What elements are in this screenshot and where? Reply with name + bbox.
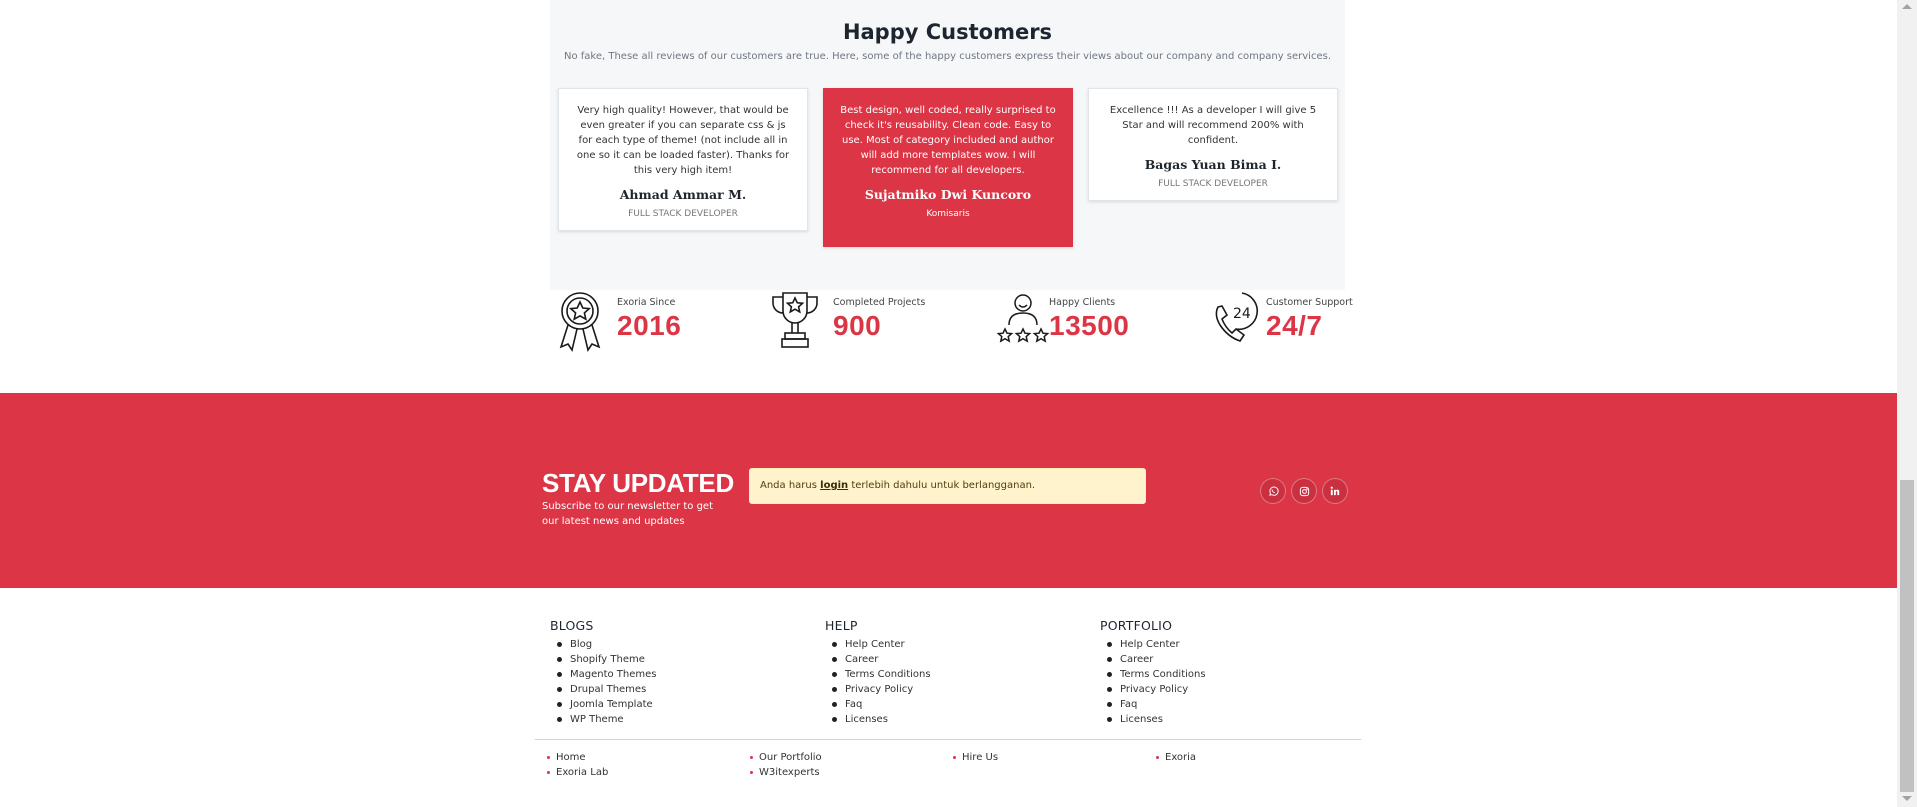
alert-text: terlebih dahulu untuk berlangganan.	[848, 480, 1036, 491]
section-title: Happy Customers	[842, 20, 1053, 44]
footer-link[interactable]: Licenses	[832, 712, 931, 727]
stat-value: 2016	[617, 310, 682, 341]
footer-link[interactable]: Help Center	[832, 637, 931, 652]
footer-column-portfolio: PORTFOLIO Help Center Career Terms Condi…	[1100, 618, 1206, 727]
testimonials-section: Happy Customers No fake, These all revie…	[550, 0, 1345, 290]
footer-column-help: HELP Help Center Career Terms Conditions…	[825, 618, 931, 727]
bottom-links-group: Hire Us	[952, 750, 998, 765]
scroll-up-arrow-icon[interactable]	[1902, 4, 1912, 9]
testimonial-quote: Excellence !!! As a developer I will giv…	[1109, 105, 1317, 146]
testimonial-role: FULL STACK DEVELOPER	[628, 209, 738, 219]
bottom-link-exoria[interactable]: Exoria	[1155, 750, 1196, 765]
trophy-icon	[772, 292, 818, 348]
footer-column-blogs: BLOGS Blog Shopify Theme Magento Themes …	[550, 618, 657, 727]
testimonial-card: Very high quality! However, that would b…	[558, 88, 808, 231]
testimonial-quote: Very high quality! However, that would b…	[576, 105, 790, 176]
footer-link[interactable]: Terms Conditions	[1107, 667, 1206, 682]
newsletter-title: STAY UPDATED	[542, 468, 734, 498]
instagram-icon	[1299, 486, 1309, 496]
testimonial-author: Bagas Yuan Bima I.	[1144, 157, 1282, 172]
footer-divider	[535, 739, 1361, 740]
footer-link[interactable]: Help Center	[1107, 637, 1206, 652]
login-link[interactable]: login	[820, 480, 848, 491]
page-scrollbar[interactable]	[1897, 0, 1917, 807]
bottom-links-group: Home Exoria Lab	[546, 750, 608, 780]
stat-label: Completed Projects	[833, 297, 926, 308]
scrollbar-thumb[interactable]	[1900, 480, 1914, 792]
happy-client-icon	[996, 294, 1050, 343]
scroll-down-arrow-icon[interactable]	[1902, 796, 1912, 801]
linkedin-icon	[1330, 486, 1340, 496]
testimonial-card: Excellence !!! As a developer I will giv…	[1088, 88, 1338, 201]
footer-column-title: PORTFOLIO	[1100, 618, 1173, 633]
footer-link[interactable]: Drupal Themes	[557, 682, 657, 697]
testimonial-card-active: Best design, well coded, really surprise…	[823, 88, 1073, 247]
stat-value: 13500	[1049, 310, 1130, 341]
stat-value: 900	[833, 310, 882, 341]
footer-link[interactable]: Shopify Theme	[557, 652, 657, 667]
testimonial-author: Ahmad Ammar M.	[619, 187, 747, 202]
footer-link[interactable]: Licenses	[1107, 712, 1206, 727]
footer-link[interactable]: Magento Themes	[557, 667, 657, 682]
stat-label: Happy Clients	[1049, 297, 1116, 308]
bottom-link-hire-us[interactable]: Hire Us	[952, 750, 998, 765]
svg-text:24: 24	[1233, 306, 1251, 322]
bottom-link-exoria-lab[interactable]: Exoria Lab	[546, 765, 608, 780]
footer-link[interactable]: Blog	[557, 637, 657, 652]
stat-label: Exoria Since	[617, 297, 676, 308]
stat-label: Customer Support	[1266, 297, 1353, 308]
instagram-button[interactable]	[1291, 478, 1317, 504]
bottom-link-home[interactable]: Home	[546, 750, 608, 765]
linkedin-button[interactable]	[1322, 478, 1348, 504]
footer-column-title: HELP	[825, 618, 858, 633]
footer-link[interactable]: Joomla Template	[557, 697, 657, 712]
award-ribbon-icon	[559, 292, 601, 352]
footer-link[interactable]: Career	[832, 652, 931, 667]
bottom-links-group: Exoria	[1155, 750, 1196, 765]
login-required-alert: Anda harus login terlebih dahulu untuk b…	[749, 468, 1146, 504]
section-subtitle: No fake, These all reviews of our custom…	[563, 51, 1332, 62]
testimonial-quote: Best design, well coded, really surprise…	[840, 105, 1056, 176]
footer-link[interactable]: WP Theme	[557, 712, 657, 727]
whatsapp-button[interactable]	[1260, 478, 1286, 504]
alert-text: Anda harus	[760, 480, 821, 491]
support-24-phone-icon: 24	[1215, 292, 1258, 342]
testimonial-role: Komisaris	[926, 209, 970, 219]
footer-link[interactable]: Privacy Policy	[1107, 682, 1206, 697]
bottom-links-group: Our Portfolio W3itexperts	[749, 750, 822, 780]
newsletter-subtitle: Subscribe to our newsletter to get our l…	[542, 501, 714, 527]
newsletter-section: STAY UPDATED Subscribe to our newsletter…	[0, 393, 1897, 588]
footer-link[interactable]: Faq	[832, 697, 931, 712]
footer-link[interactable]: Faq	[1107, 697, 1206, 712]
testimonial-role: FULL STACK DEVELOPER	[1158, 179, 1268, 189]
footer-link[interactable]: Career	[1107, 652, 1206, 667]
footer-link[interactable]: Privacy Policy	[832, 682, 931, 697]
footer-column-title: BLOGS	[550, 618, 594, 633]
bottom-link-our-portfolio[interactable]: Our Portfolio	[749, 750, 822, 765]
bottom-link-w3itexperts[interactable]: W3itexperts	[749, 765, 822, 780]
testimonial-author: Sujatmiko Dwi Kuncoro	[864, 187, 1032, 202]
whatsapp-icon	[1268, 486, 1279, 496]
footer-link[interactable]: Terms Conditions	[832, 667, 931, 682]
stat-value: 24/7	[1266, 310, 1323, 341]
